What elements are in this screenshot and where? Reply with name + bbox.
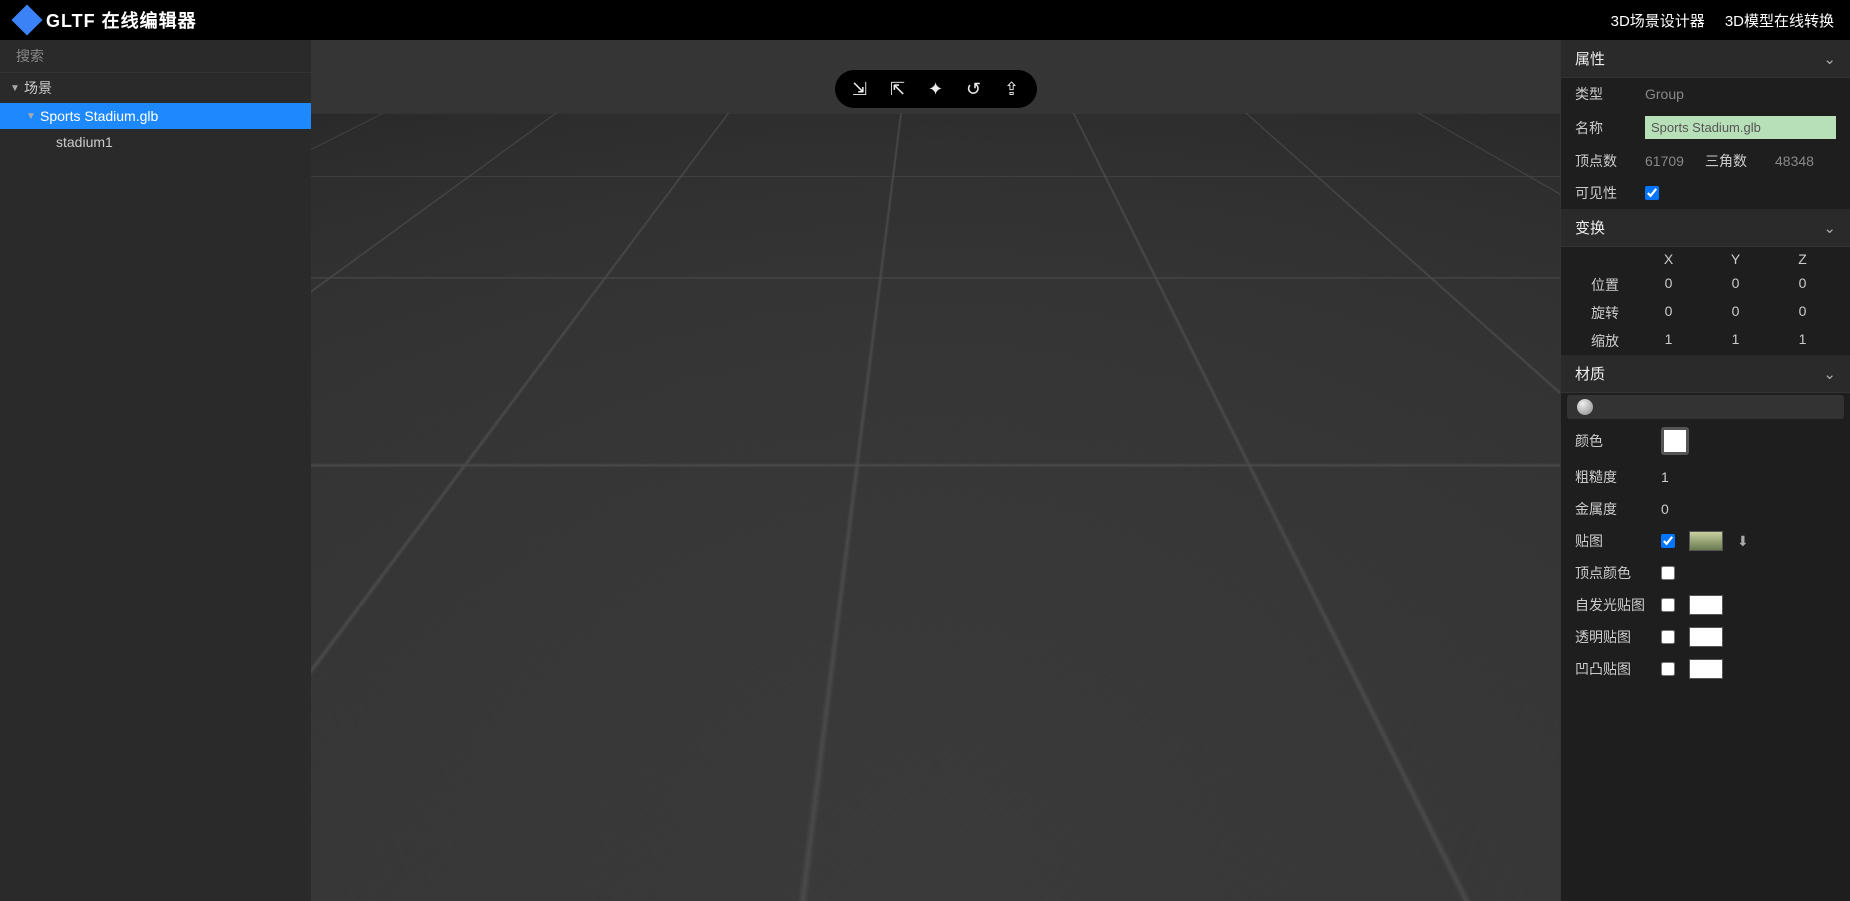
pos-x[interactable]: 0 [1635,275,1702,295]
close-icon[interactable]: ✕ [1221,200,1234,220]
hint-delete: 删除：Delete [664,878,741,897]
hint-focus: 聚焦：F [765,878,812,897]
scale-icon[interactable]: ⛶ [982,836,992,853]
rot-x[interactable]: 0 [1635,303,1702,323]
material-item[interactable] [1567,395,1844,419]
axis-neg-icon [1489,839,1505,855]
section-material[interactable]: 材质⌄ [1561,355,1850,393]
offset-y-input[interactable] [1104,276,1140,299]
section-transform[interactable]: 变换⌄ [1561,209,1850,247]
center-icon[interactable]: ✦ [925,78,947,100]
alpha-checkbox[interactable] [1661,630,1675,644]
bottom-toolbar: ✥0.10 ↻1.00 ⛶0.01 [826,826,1045,863]
axis-gizmo[interactable]: Y X Z [1462,785,1532,855]
pos-y[interactable]: 0 [1702,275,1769,295]
hint-copy: 拷贝：Shift+D [558,878,640,897]
material-ball-icon [1577,399,1593,415]
app-header: GLTF 在线编辑器 3D场景设计器 3D模型在线转换 [0,0,1850,40]
confirm-button[interactable]: 确定 [1174,321,1234,353]
bump-thumb[interactable] [1689,659,1723,679]
tree-item-file[interactable]: ▼Sports Stadium.glb [0,103,311,129]
axis-z-icon[interactable]: Z [1462,825,1478,841]
dialog-subtitle: 将模型居中到场景中心 [950,236,1234,260]
shortcut-bar: 撤销：Ctrl+Z 恢复：Ctrl+shift+Z 拷贝：Shift+D 删除：… [311,873,1560,901]
download-icon[interactable]: ⬇ [1737,533,1749,550]
model-preview [636,334,1236,694]
chevron-down-icon: ▼ [10,83,20,94]
rotate-icon[interactable]: ↻ [913,836,925,853]
header-links: 3D场景设计器 3D模型在线转换 [1611,10,1834,31]
scl-y[interactable]: 1 [1702,331,1769,351]
roughness-value[interactable]: 1 [1661,469,1669,485]
stats-overlay: 物体 3 顶点 61709 三角形 48348 [329,795,408,854]
alpha-thumb[interactable] [1689,627,1723,647]
import-icon[interactable]: ⇲ [849,78,871,100]
offset-label: 偏移 [950,278,978,298]
metalness-value[interactable]: 0 [1661,501,1669,517]
link-scene-designer[interactable]: 3D场景设计器 [1611,10,1705,31]
bump-checkbox[interactable] [1661,662,1675,676]
tree-root[interactable]: ▼场景 [0,73,311,103]
section-attributes[interactable]: 属性⌄ [1561,40,1850,78]
right-panel: 属性⌄ 类型Group 名称 顶点数61709 三角数48348 可见性 变换⌄… [1560,40,1850,901]
chevron-down-icon: ▼ [26,111,36,122]
scene-tree: ▼场景 ▼Sports Stadium.glb stadium1 [0,73,311,901]
left-panel: 搜索 ▼场景 ▼Sports Stadium.glb stadium1 [0,40,311,901]
axis-neg-icon [1512,795,1528,811]
dialog-title: 轴心居中 [950,200,1002,220]
offset-x-input[interactable] [1023,276,1059,299]
axis-neg-icon [1468,795,1484,811]
share-icon[interactable]: ⇪ [1001,78,1023,100]
center-dialog: 轴心居中 ✕ 将模型居中到场景中心 偏移 X : Y : Z : 确定 [936,190,1248,367]
chevron-down-icon: ⌄ [1823,50,1836,68]
search-input[interactable]: 搜索 [0,40,311,73]
emissive-thumb[interactable] [1689,595,1723,615]
emissive-checkbox[interactable] [1661,598,1675,612]
scl-x[interactable]: 1 [1635,331,1702,351]
axis-x-icon[interactable]: X [1516,825,1532,841]
move-icon[interactable]: ✥ [844,836,856,853]
name-input[interactable] [1645,116,1836,139]
reset-icon[interactable]: ↺ [963,78,985,100]
hint-redo: 恢复：Ctrl+shift+Z [428,878,534,897]
rot-z[interactable]: 0 [1769,303,1836,323]
chevron-down-icon: ⌄ [1823,365,1836,383]
chevron-down-icon: ⌄ [1823,219,1836,237]
pos-z[interactable]: 0 [1769,275,1836,295]
scl-z[interactable]: 1 [1769,331,1836,351]
logo-icon [11,4,42,35]
app-title: GLTF 在线编辑器 [46,7,197,33]
map-thumb[interactable] [1689,531,1723,551]
link-model-convert[interactable]: 3D模型在线转换 [1725,10,1834,31]
viewport[interactable]: ⇲ ⇱ ✦ ↺ ⇪ 轴心居中 ✕ 将模型居中到场景中心 偏移 X : Y : Z… [311,40,1560,901]
tree-item-child[interactable]: stadium1 [0,129,311,155]
export-icon[interactable]: ⇱ [887,78,909,100]
color-swatch[interactable] [1661,427,1689,455]
offset-z-input[interactable] [1184,276,1220,299]
visibility-checkbox[interactable] [1645,186,1659,200]
vertexcolor-checkbox[interactable] [1661,566,1675,580]
top-toolbar: ⇲ ⇱ ✦ ↺ ⇪ [835,70,1037,108]
axis-y-icon[interactable]: Y [1489,785,1505,801]
map-checkbox[interactable] [1661,534,1675,548]
logo-block: GLTF 在线编辑器 [16,7,197,33]
type-value: Group [1645,86,1684,102]
rot-y[interactable]: 0 [1702,303,1769,323]
hint-undo: 撤销：Ctrl+Z [329,878,404,897]
